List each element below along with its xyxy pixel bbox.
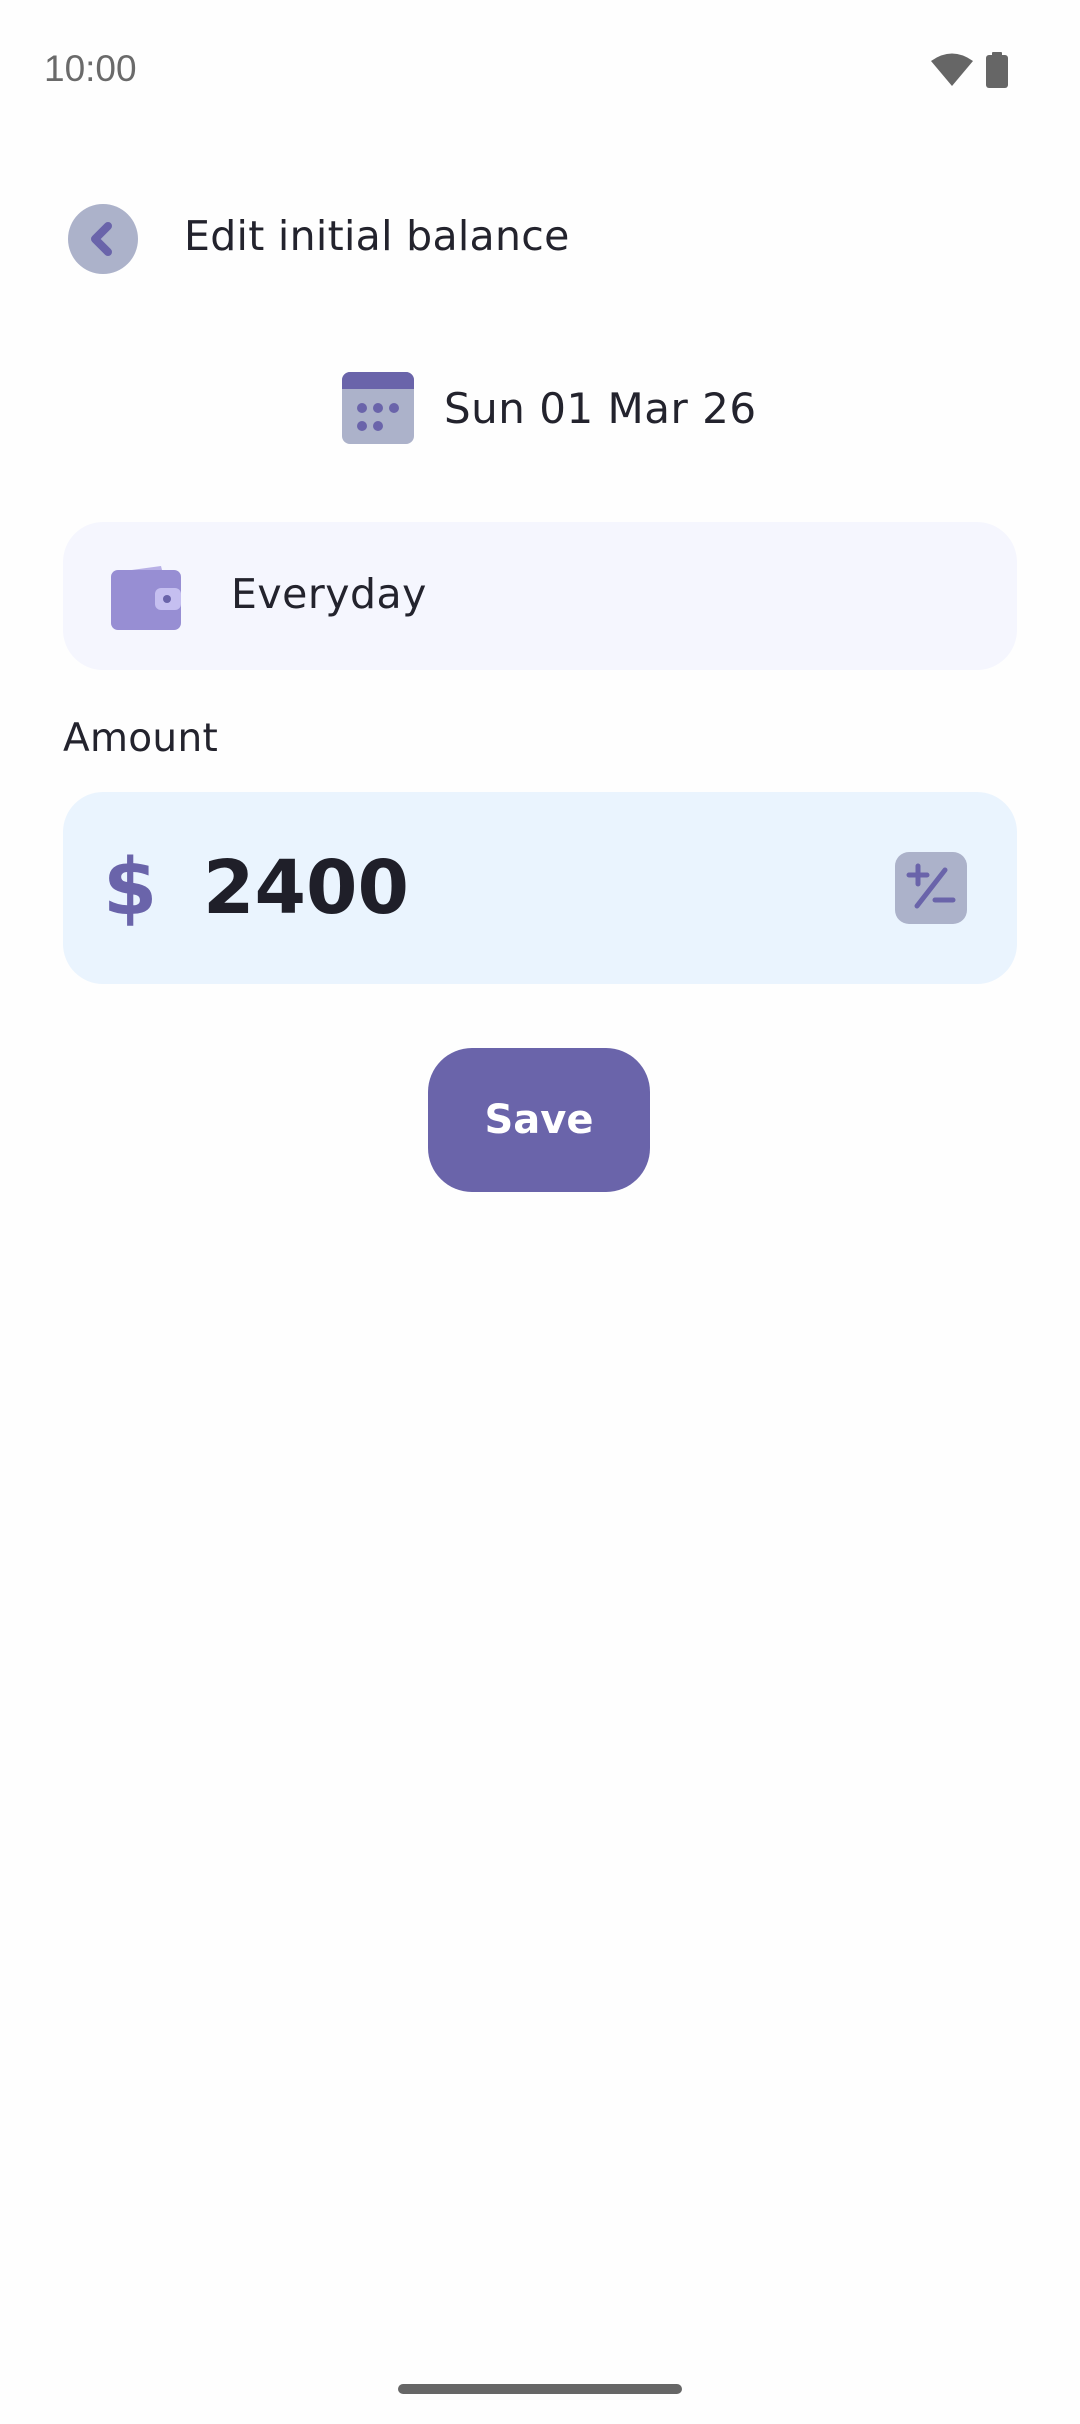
back-button[interactable]: [68, 204, 138, 274]
amount-field: $: [63, 792, 1017, 984]
amount-input[interactable]: [203, 836, 803, 940]
date-label: Sun 01 Mar 26: [444, 383, 757, 433]
status-bar: 10:00: [0, 0, 1080, 140]
dollar-icon: $: [103, 843, 158, 933]
wifi-icon: [931, 53, 973, 86]
amount-label: Amount: [63, 716, 219, 761]
plus-minus-icon: [906, 863, 956, 909]
chevron-left-icon: [91, 222, 112, 256]
wallet-icon: [111, 566, 181, 630]
home-indicator[interactable]: [398, 2384, 682, 2394]
calendar-icon: [342, 372, 414, 444]
status-time: 10:00: [44, 48, 137, 89]
account-name: Everyday: [231, 570, 427, 618]
date-selector[interactable]: Sun 01 Mar 26: [342, 372, 757, 444]
account-selector[interactable]: Everyday: [63, 522, 1017, 670]
page-title: Edit initial balance: [184, 212, 570, 260]
save-button[interactable]: Save: [428, 1048, 650, 1192]
battery-icon: [986, 52, 1008, 88]
plus-minus-button[interactable]: [895, 852, 967, 924]
